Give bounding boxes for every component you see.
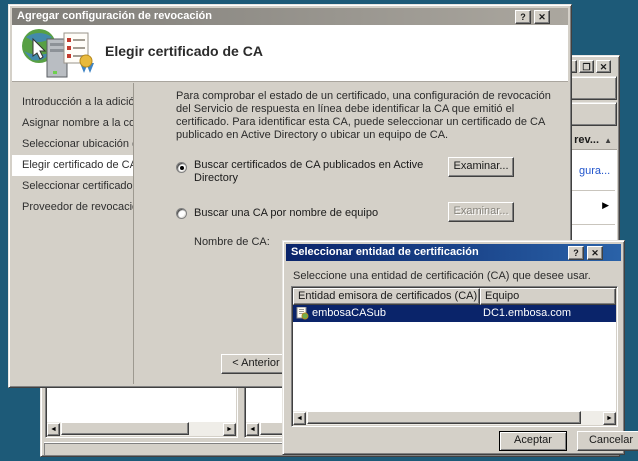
scroll-right-icon[interactable]: ► [223,423,236,436]
revocation-configuration-icon [20,27,96,83]
column-header-ca[interactable]: Entidad emisora de certificados (CA) [293,288,480,305]
sort-ascending-icon[interactable]: ▲ [604,136,612,145]
ca-computer-cell: DC1.embosa.com [483,305,571,322]
radio-search-active-directory-label[interactable]: Buscar certificados de CA publicados en … [194,159,442,185]
scroll-left-icon[interactable]: ◄ [293,412,306,425]
select-ca-title: Seleccionar entidad de certificación [291,246,479,258]
maximize-button[interactable]: ❐ [579,60,594,73]
scroll-left-icon[interactable]: ◄ [47,423,60,436]
certificate-icon [296,307,309,320]
radio-search-active-directory[interactable] [176,162,187,173]
ok-button[interactable]: Aceptar [499,431,567,451]
cancel-button[interactable]: Cancelar [577,431,638,451]
ca-name-cell: embosaCASub [312,305,386,322]
browse-ad-button[interactable]: Examinar... [448,157,514,177]
sidebar-item-elegir-certificado[interactable]: Elegir certificado de CA [12,155,133,176]
sidebar-item-introduccion[interactable]: Introducción a la adició... [12,92,133,113]
close-button[interactable]: ✕ [596,60,611,73]
result-pane-left-hscrollbar[interactable]: ◄ ► [47,422,236,436]
actions-separator-2 [572,224,615,225]
actions-pane-link[interactable]: gura... [579,165,610,177]
desktop: _ ❐ ✕ e rev... ▲ gura... ▶ ◄ ► ◄ [0,0,638,461]
back-button[interactable]: < Anterior [221,354,291,374]
browse-computer-button: Examinar... [448,202,514,222]
wizard-titlebar[interactable]: Agregar configuración de revocación [12,8,568,25]
ca-name-label: Nombre de CA: [194,236,270,248]
page-description: Para comprobar el estado de un certifica… [176,90,558,142]
ca-list-row-selected[interactable]: embosaCASub DC1.embosa.com [293,305,616,322]
ca-list: Entidad emisora de certificados (CA) Equ… [291,286,618,427]
help-button[interactable]: ? [515,10,531,24]
sidebar-item-ubicacion[interactable]: Seleccionar ubicación d... [12,134,133,155]
scroll-right-icon[interactable]: ► [603,412,616,425]
ca-list-header: Entidad emisora de certificados (CA) Equ… [293,288,616,305]
close-button[interactable]: ✕ [587,246,603,260]
scroll-left-icon[interactable]: ◄ [246,423,259,436]
column-header-computer[interactable]: Equipo [480,288,616,305]
help-button[interactable]: ? [568,246,584,260]
sidebar-item-asignar-nombre[interactable]: Asignar nombre a la co... [12,113,133,134]
submenu-arrow-icon[interactable]: ▶ [602,200,609,211]
result-pane-left: ◄ ► [45,386,238,438]
radio-search-computer[interactable] [176,208,187,219]
scrollbar-thumb[interactable] [307,411,581,424]
scrollbar-thumb[interactable] [61,422,189,435]
select-ca-instruction: Seleccione una entidad de certificación … [293,270,591,282]
actions-separator-1 [572,190,615,191]
sidebar-item-proveedor[interactable]: Proveedor de revocación [12,197,133,218]
wizard-header: Elegir certificado de CA [12,25,568,82]
wizard-sidebar: Introducción a la adició... Asignar nomb… [12,83,134,384]
sidebar-item-seleccionar-certificado[interactable]: Seleccionar certificado ... [12,176,133,197]
page-title: Elegir certificado de CA [105,43,263,59]
close-button[interactable]: ✕ [534,10,550,24]
ca-list-hscrollbar[interactable]: ◄ ► [293,411,616,425]
radio-search-computer-label[interactable]: Buscar una CA por nombre de equipo [194,207,442,219]
select-ca-dialog: Seleccionar entidad de certificación ? ✕… [282,240,625,455]
wizard-title: Agregar configuración de revocación [17,10,212,22]
